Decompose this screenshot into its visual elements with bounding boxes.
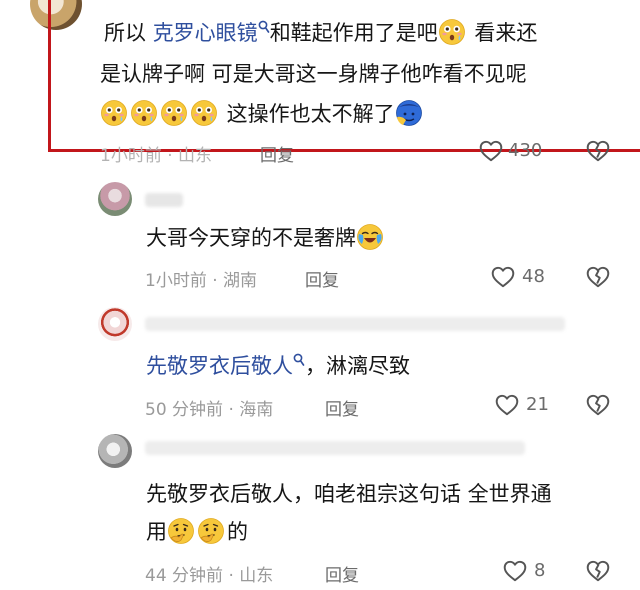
heart-icon[interactable] xyxy=(502,558,528,584)
comment-text-line: 用的 xyxy=(146,514,248,550)
avatar[interactable] xyxy=(98,307,132,341)
search-icon xyxy=(293,353,305,367)
comment-text: 大哥今天穿的不是奢牌 xyxy=(146,220,386,256)
reply-button[interactable]: 回复 xyxy=(260,141,294,166)
comment-time-location: 1小时前 · 湖南 xyxy=(145,271,258,291)
like-count: 8 xyxy=(534,560,546,581)
avatar[interactable] xyxy=(98,182,132,216)
avatar[interactable] xyxy=(98,434,132,468)
username-blurred[interactable] xyxy=(145,193,183,207)
loudly-crying-emoji xyxy=(356,223,384,251)
comment-text: 先敬罗衣后敬人 ，淋漓尽致 xyxy=(146,354,410,378)
comment-time-location: 50 分钟前 · 海南 xyxy=(145,400,274,420)
highlight-box xyxy=(48,0,640,152)
comment-time-location: 44 分钟前 · 山东 xyxy=(145,566,274,586)
like-count: 21 xyxy=(526,394,549,415)
like-count: 430 xyxy=(508,140,543,161)
like-count: 48 xyxy=(522,266,545,287)
reply-button[interactable]: 回复 xyxy=(325,561,359,586)
broken-heart-icon[interactable] xyxy=(585,392,611,418)
keyword-link[interactable]: 先敬罗衣后敬人 xyxy=(146,354,305,378)
heart-icon[interactable] xyxy=(490,264,516,290)
comment-text-line: 先敬罗衣后敬人，咱老祖宗这句话 全世界通 xyxy=(146,482,552,506)
username-blurred[interactable] xyxy=(145,317,565,331)
broken-heart-icon[interactable] xyxy=(585,558,611,584)
username-blurred[interactable] xyxy=(145,441,525,455)
reply-button[interactable]: 回复 xyxy=(305,266,339,291)
heart-icon[interactable] xyxy=(494,392,520,418)
comment-time-location: 1小时前 · 山东 xyxy=(100,146,213,166)
broken-heart-icon[interactable] xyxy=(585,138,611,164)
heart-icon[interactable] xyxy=(478,138,504,164)
thinking-face-emoji xyxy=(197,517,225,545)
thinking-face-emoji xyxy=(167,517,195,545)
broken-heart-icon[interactable] xyxy=(585,264,611,290)
reply-button[interactable]: 回复 xyxy=(325,395,359,420)
